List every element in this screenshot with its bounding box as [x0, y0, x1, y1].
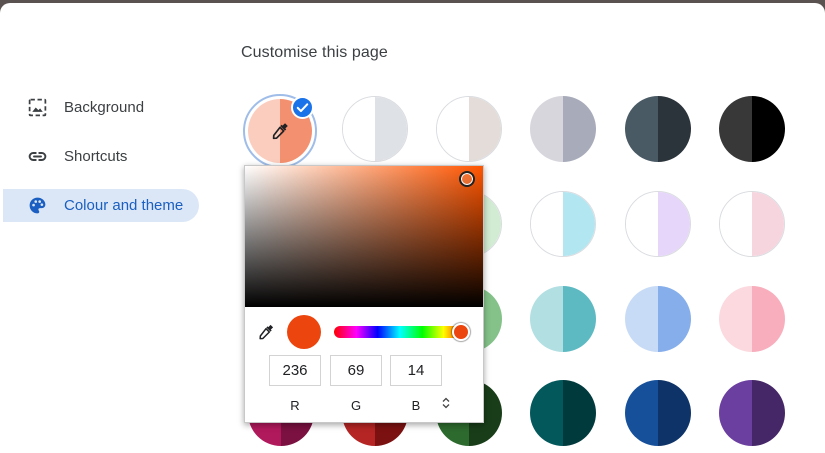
green-input[interactable] — [330, 355, 382, 386]
theme-swatch[interactable] — [530, 380, 596, 446]
hue-slider-thumb[interactable] — [451, 323, 470, 341]
theme-swatch[interactable] — [719, 286, 785, 352]
image-icon — [28, 98, 47, 117]
customise-dialog: Customise this page Background Shortcuts… — [0, 3, 825, 453]
sidebar-item-label: Background — [64, 99, 145, 116]
theme-swatch[interactable] — [530, 286, 596, 352]
blue-input[interactable] — [390, 355, 442, 386]
saturation-handle[interactable] — [459, 171, 475, 187]
palette-icon — [29, 197, 46, 214]
theme-swatch[interactable] — [530, 191, 596, 257]
theme-swatch[interactable] — [625, 380, 691, 446]
sidebar-item-label: Colour and theme — [64, 197, 184, 214]
theme-swatch[interactable] — [625, 96, 691, 162]
sidebar-item-background[interactable]: Background — [3, 91, 199, 124]
sidebar-item-label: Shortcuts — [64, 148, 128, 165]
theme-swatch[interactable] — [719, 191, 785, 257]
theme-swatch[interactable] — [719, 96, 785, 162]
theme-swatch[interactable] — [436, 96, 502, 162]
eyedropper-icon[interactable] — [256, 322, 276, 342]
selected-check-icon — [291, 96, 314, 119]
theme-swatch[interactable] — [625, 286, 691, 352]
theme-swatch[interactable] — [530, 96, 596, 162]
eyedropper-icon — [272, 123, 288, 140]
blue-label: B — [411, 398, 421, 413]
page-title: Customise this page — [241, 44, 388, 61]
sidebar-item-shortcuts[interactable]: Shortcuts — [3, 140, 199, 173]
format-toggle-icon[interactable] — [442, 397, 450, 412]
sidebar-item-colour-and-theme[interactable]: Colour and theme — [3, 189, 199, 222]
red-label: R — [290, 398, 300, 413]
hue-slider[interactable] — [334, 326, 466, 338]
theme-swatch[interactable] — [342, 96, 408, 162]
link-icon — [28, 152, 47, 161]
red-input[interactable] — [269, 355, 321, 386]
saturation-area[interactable] — [245, 166, 483, 307]
colour-preview — [287, 315, 321, 349]
colour-picker-popup: R G B — [244, 165, 484, 423]
green-label: G — [350, 398, 362, 413]
theme-swatch[interactable] — [625, 191, 691, 257]
theme-swatch[interactable] — [719, 380, 785, 446]
